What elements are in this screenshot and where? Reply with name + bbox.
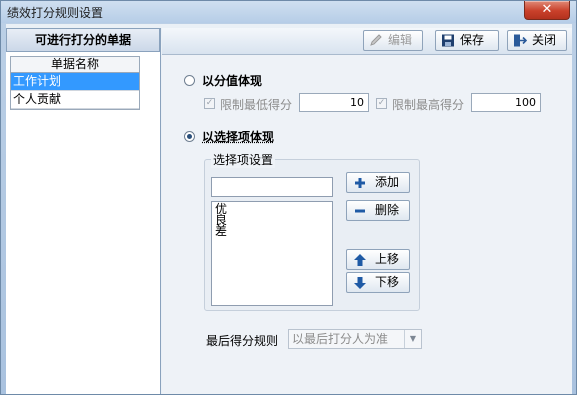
column-header-document-name[interactable]: 单据名称: [10, 56, 140, 72]
option-item[interactable]: 差: [215, 225, 332, 237]
add-button-label: 添加: [375, 175, 400, 189]
delete-option-button[interactable]: 删除: [346, 200, 410, 221]
move-down-label: 下移: [375, 275, 400, 289]
chevron-down-icon: ▼: [404, 330, 421, 348]
min-score-input[interactable]: 10: [299, 93, 369, 112]
edit-button-label: 编辑: [388, 33, 413, 47]
score-mode-label: 以分值体现: [202, 74, 263, 88]
choice-text-input[interactable]: [211, 177, 333, 197]
rule-settings-window: 绩效打分规则设置 ✕ 可进行打分的单据 单据名称 工作计划 个人贡献 编辑 保存: [0, 0, 577, 395]
move-up-label: 上移: [375, 252, 400, 266]
add-option-button[interactable]: 添加: [346, 172, 410, 193]
min-score-checkbox[interactable]: ✓: [204, 98, 215, 109]
max-score-checkbox[interactable]: ✓: [376, 98, 387, 109]
final-score-rule-select[interactable]: 以最后打分人为准 ▼: [288, 329, 422, 349]
option-item[interactable]: 良: [215, 214, 332, 226]
toolbar: 编辑 保存 关闭: [162, 28, 572, 55]
save-button[interactable]: 保存: [435, 30, 499, 51]
exit-door-icon: [514, 34, 527, 47]
choice-options-list[interactable]: 优 良 差: [211, 201, 333, 306]
save-button-label: 保存: [460, 33, 485, 47]
choice-mode-label: 以选择项体现: [202, 130, 275, 144]
final-score-rule-label: 最后得分规则: [206, 334, 279, 348]
title-bar: 绩效打分规则设置 ✕: [1, 1, 576, 23]
option-item[interactable]: 优: [215, 203, 332, 215]
list-item-personal-contribution[interactable]: 个人贡献: [11, 91, 139, 109]
document-list: 工作计划 个人贡献: [10, 72, 140, 110]
list-item-work-plan[interactable]: 工作计划: [11, 73, 139, 91]
document-list-pane: 可进行打分的单据 单据名称 工作计划 个人贡献: [6, 28, 161, 394]
arrow-down-icon: [354, 277, 366, 289]
close-button[interactable]: 关闭: [507, 30, 567, 51]
arrow-up-icon: [354, 254, 366, 266]
plus-icon: [355, 178, 365, 188]
choice-mode-radio[interactable]: [184, 131, 195, 142]
window-title: 绩效打分规则设置: [7, 6, 104, 20]
minus-icon: [355, 209, 365, 213]
edit-button[interactable]: 编辑: [363, 30, 423, 51]
client-area: 可进行打分的单据 单据名称 工作计划 个人贡献 编辑 保存 关闭 以分值体现 ✓…: [6, 24, 572, 394]
floppy-disk-icon: [442, 34, 454, 47]
pencil-icon: [370, 34, 382, 46]
min-score-label: 限制最低得分: [220, 98, 293, 112]
close-button-label: 关闭: [532, 33, 557, 47]
final-score-rule-value: 以最后打分人为准: [292, 332, 389, 346]
choice-settings-group: 选择项设置 优 良 差 添加 删除 上移 下移: [204, 151, 420, 311]
choice-settings-title: 选择项设置: [211, 151, 276, 168]
max-score-label: 限制最高得分: [392, 98, 465, 112]
score-mode-radio[interactable]: [184, 75, 195, 86]
window-close-button[interactable]: ✕: [524, 1, 570, 20]
document-list-header: 可进行打分的单据: [6, 28, 160, 52]
max-score-input[interactable]: 100: [471, 93, 541, 112]
rule-settings-pane: 编辑 保存 关闭 以分值体现 ✓ 限制最低得分 10 ✓ 限制最高得分 100: [162, 28, 572, 394]
move-up-button[interactable]: 上移: [346, 249, 410, 270]
delete-button-label: 删除: [375, 203, 400, 217]
move-down-button[interactable]: 下移: [346, 272, 410, 293]
